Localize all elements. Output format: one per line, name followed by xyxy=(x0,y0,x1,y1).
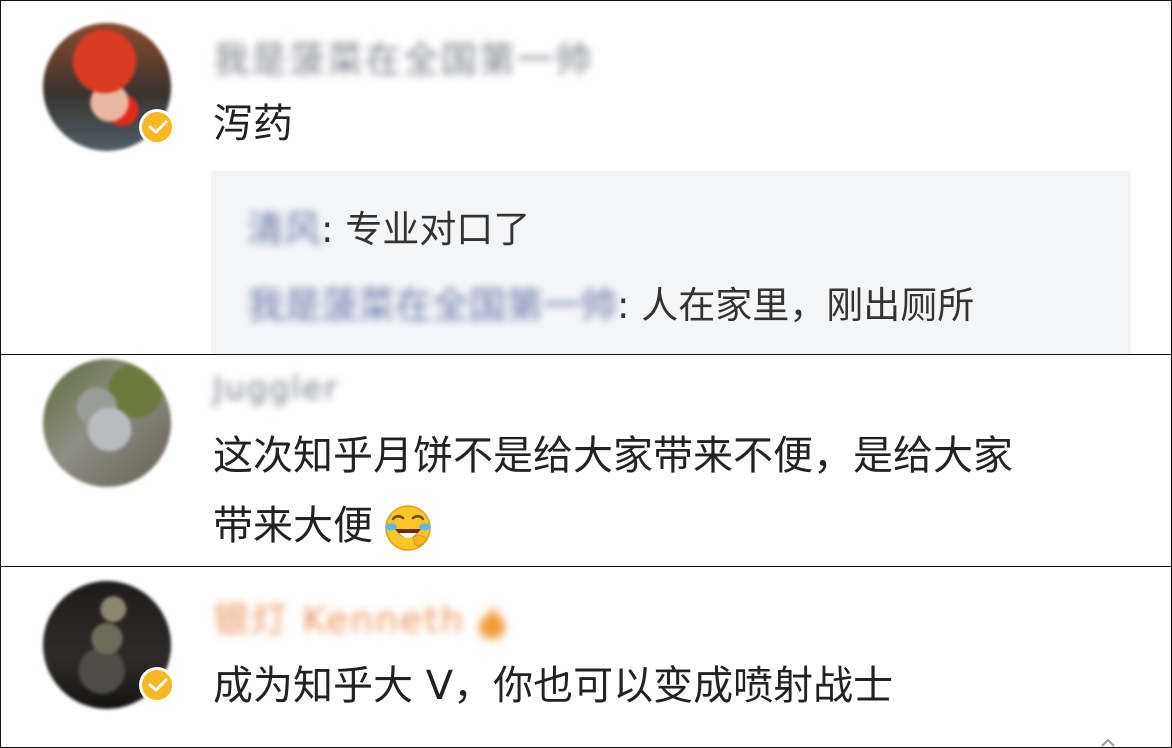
comment-text-line: 带来大便 xyxy=(213,489,433,563)
reply-item[interactable]: 我是菠菜在全国第一帅: 人在家里，刚出厕所 xyxy=(247,275,974,329)
comment-text: 成为知乎大 V，你也可以变成喷射战士 xyxy=(213,663,894,709)
comment-username-text[interactable]: 银灯 Kenneth xyxy=(213,600,465,641)
comment-username[interactable]: 我是菠菜在全国第一帅 xyxy=(213,31,593,83)
laughing-crying-emoji-icon xyxy=(385,505,431,551)
avatar[interactable] xyxy=(43,23,175,151)
reply-username[interactable]: 清风 xyxy=(247,199,321,253)
comment-card: Juggler 这次知乎月饼不是给大家带来不便，是给大家 带来大便 xyxy=(0,354,1172,567)
reply-text: : 专业对口了 xyxy=(321,208,531,251)
comment-card: 我是菠菜在全国第一帅 泻药 清风: 专业对口了 我是菠菜在全国第一帅: 人在家里… xyxy=(0,0,1172,355)
comment-text: 泻药 xyxy=(213,101,293,147)
verified-badge-icon xyxy=(139,109,175,145)
reply-list[interactable]: 清风: 专业对口了 我是菠菜在全国第一帅: 人在家里，刚出厕所 xyxy=(211,171,1131,354)
reply-item[interactable]: 清风: 专业对口了 xyxy=(247,199,530,253)
comment-text-end: 带来大便 xyxy=(213,503,373,549)
reply-text: : 人在家里，刚出厕所 xyxy=(617,284,975,327)
avatar[interactable] xyxy=(43,581,175,709)
comment-username[interactable]: Juggler xyxy=(213,369,339,407)
comment-username[interactable]: 银灯 Kenneth xyxy=(213,591,509,643)
avatar-image xyxy=(43,359,171,487)
chevron-up-icon[interactable] xyxy=(1101,739,1115,747)
comment-card: 银灯 Kenneth 成为知乎大 V，你也可以变成喷射战士 xyxy=(0,566,1172,748)
avatar[interactable] xyxy=(43,359,171,487)
flame-icon xyxy=(479,606,506,639)
reply-username[interactable]: 我是菠菜在全国第一帅 xyxy=(247,275,617,329)
comment-text-line: 这次知乎月饼不是给大家带来不便，是给大家 xyxy=(213,433,1013,479)
verified-badge-icon xyxy=(139,667,175,703)
